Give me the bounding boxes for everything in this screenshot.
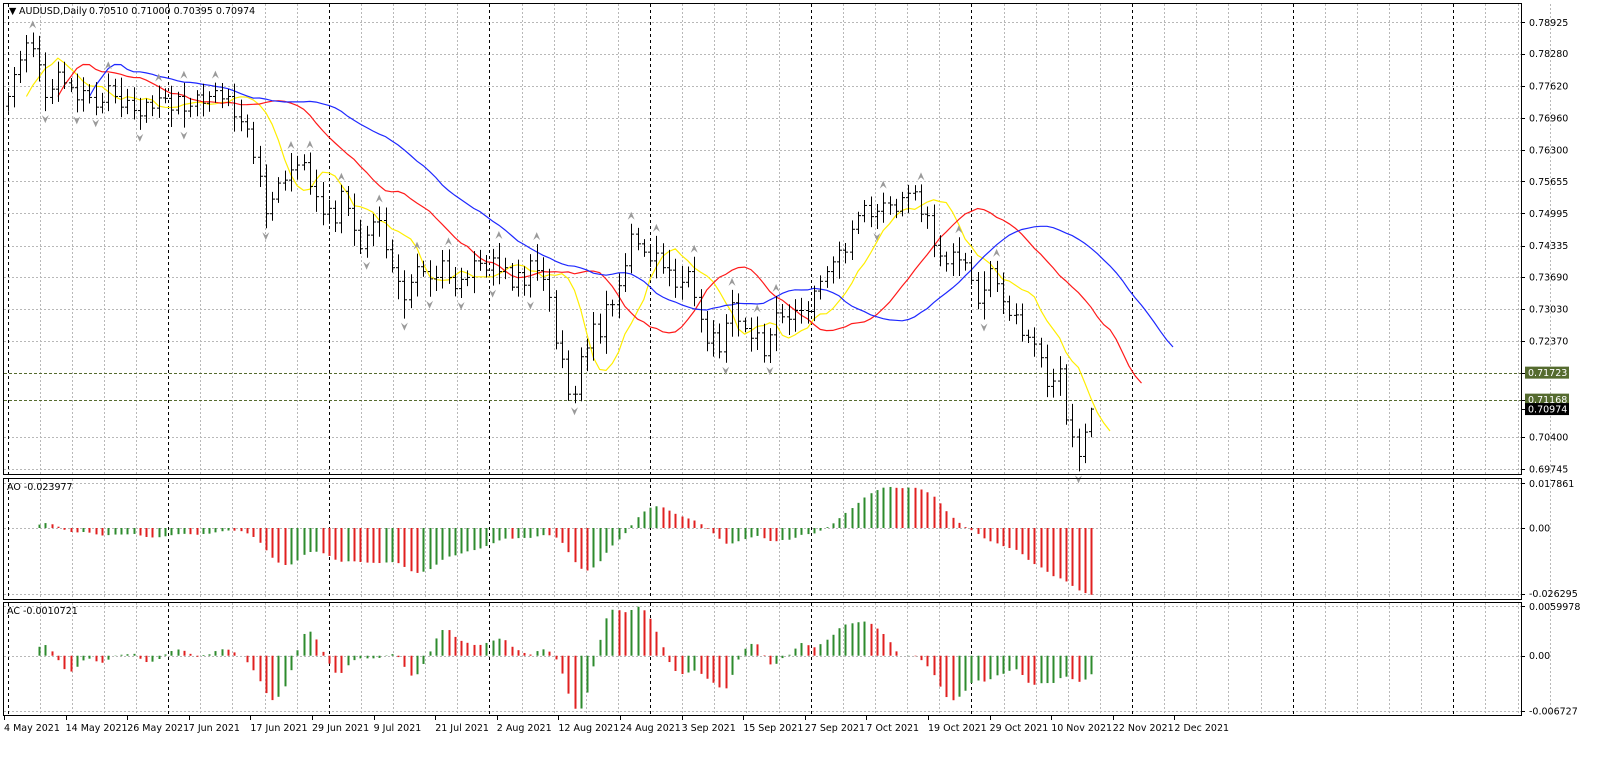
time-tick-label: 12 Aug 2021 (558, 723, 619, 734)
ao-title: AO -0.023977 (7, 482, 73, 493)
ac-tick-label: 0.0059978 (1529, 602, 1580, 613)
time-tick-label: 10 Nov 2021 (1051, 723, 1112, 734)
ohlc-readout: 0.70510 0.71000 0.70395 0.70974 (89, 6, 255, 17)
ao-tick-label: -0.026295 (1529, 589, 1578, 600)
chart-canvas[interactable]: ▼ AUDUSD,Daily 0.70510 0.71000 0.70395 0… (0, 0, 1618, 760)
price-tick-label: 0.77620 (1529, 81, 1568, 92)
price-price-tag-label: 0.71723 (1528, 368, 1567, 379)
time-tick-label: 3 Sep 2021 (682, 723, 736, 734)
price-pane-title-marker: ▼ (9, 6, 17, 17)
price-price-tag-label: 0.70974 (1528, 405, 1567, 416)
time-tick-label: 4 May 2021 (4, 723, 60, 734)
price-tick-label: 0.69745 (1529, 464, 1568, 475)
time-tick-label: 26 May 2021 (127, 723, 189, 734)
price-tick-label: 0.70400 (1529, 433, 1568, 444)
price-tick-label: 0.78925 (1529, 18, 1568, 29)
time-tick-label: 17 Jun 2021 (250, 723, 307, 734)
ao-tick-label: 0.017861 (1529, 479, 1574, 490)
price-tick-label: 0.73690 (1529, 272, 1568, 283)
price-tick-label: 0.73030 (1529, 305, 1568, 316)
time-tick-label: 29 Jun 2021 (312, 723, 369, 734)
price-tick-label: 0.78280 (1529, 49, 1568, 60)
symbol-label: AUDUSD,Daily (19, 6, 88, 17)
price-tick-label: 0.76300 (1529, 145, 1568, 156)
time-tick-label: 15 Sep 2021 (743, 723, 803, 734)
trading-chart[interactable]: ▼ AUDUSD,Daily 0.70510 0.71000 0.70395 0… (0, 0, 1618, 760)
ac-tick-label: 0.00 (1529, 651, 1550, 662)
time-tick-label: 19 Oct 2021 (928, 723, 987, 734)
time-tick-label: 2 Aug 2021 (497, 723, 552, 734)
price-tick-label: 0.74995 (1529, 209, 1568, 220)
time-tick-label: 21 Jul 2021 (435, 723, 489, 734)
price-axis[interactable]: 0.78925 0.78280 0.77620 0.76960 0.76300 0.756… (1521, 18, 1569, 476)
time-tick-label: 9 Jul 2021 (374, 723, 422, 734)
time-tick-label: 22 Nov 2021 (1113, 723, 1174, 734)
price-tick-label: 0.74335 (1529, 241, 1568, 252)
ao-tick-label: 0.00 (1529, 524, 1550, 535)
price-tick-label: 0.75655 (1529, 177, 1568, 188)
time-tick-label: 2 Dec 2021 (1174, 723, 1229, 734)
time-tick-label: 27 Sep 2021 (805, 723, 865, 734)
price-tick-label: 0.76960 (1529, 113, 1568, 124)
time-tick-label: 7 Oct 2021 (866, 723, 919, 734)
time-tick-label: 7 Jun 2021 (189, 723, 240, 734)
time-tick-label: 24 Aug 2021 (620, 723, 681, 734)
ac-tick-label: -0.006727 (1529, 706, 1578, 717)
time-tick-label: 14 May 2021 (66, 723, 128, 734)
time-tick-label: 29 Oct 2021 (990, 723, 1049, 734)
price-tick-label: 0.72370 (1529, 337, 1568, 348)
ac-title: AC -0.0010721 (7, 606, 78, 617)
